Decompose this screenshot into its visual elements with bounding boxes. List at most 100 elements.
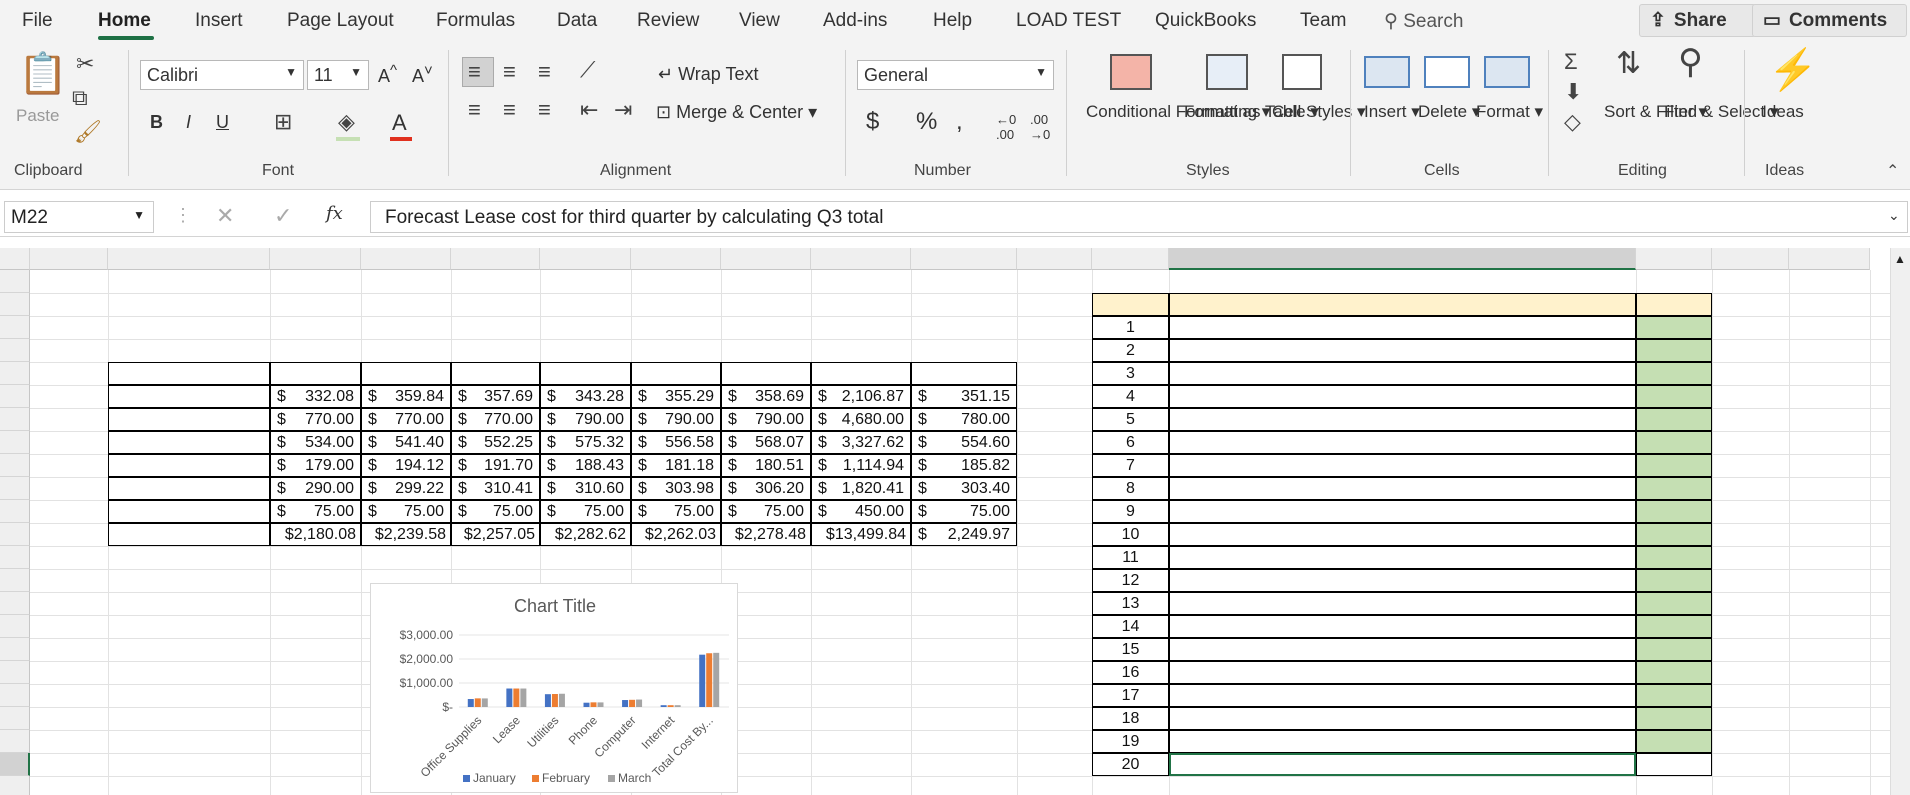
row-header-3[interactable] <box>0 316 30 339</box>
row-header-1[interactable] <box>0 270 30 293</box>
collapse-ribbon-icon[interactable]: ⌃ <box>1886 160 1899 184</box>
step-number[interactable]: 20 <box>1092 753 1169 776</box>
row-header-5[interactable] <box>0 362 30 385</box>
row-header-8[interactable] <box>0 431 30 454</box>
enter-icon[interactable]: ✓ <box>274 203 292 229</box>
font-name-combo[interactable]: Calibri ▼ <box>140 60 304 90</box>
money-cell[interactable]: $75.00 <box>911 500 1017 523</box>
chart-bar[interactable] <box>629 699 636 707</box>
step-number[interactable]: 15 <box>1092 638 1169 661</box>
expense-name[interactable] <box>108 431 270 454</box>
chart-bar[interactable] <box>506 688 513 707</box>
column-header-p[interactable] <box>1789 248 1870 270</box>
chart-bar[interactable] <box>622 700 629 707</box>
q2-value[interactable] <box>721 546 811 569</box>
money-cell[interactable]: $75.00 <box>361 500 451 523</box>
tab-quickbooks[interactable]: QuickBooks <box>1155 10 1256 32</box>
step-status[interactable] <box>1636 707 1712 730</box>
money-cell[interactable]: $780.00 <box>911 408 1017 431</box>
row-header-19[interactable] <box>0 684 30 707</box>
cut-icon[interactable]: ✂ <box>76 52 94 76</box>
orientation-icon[interactable]: ⟋ <box>580 58 595 82</box>
column-header-d[interactable] <box>361 248 451 270</box>
step-status[interactable] <box>1636 523 1712 546</box>
money-cell[interactable]: $568.07 <box>721 431 811 454</box>
borders-icon[interactable]: ⊞ <box>274 110 292 134</box>
step-text[interactable] <box>1169 431 1636 454</box>
money-cell[interactable]: $303.40 <box>911 477 1017 500</box>
column-header-c[interactable] <box>270 248 361 270</box>
step-status[interactable] <box>1636 638 1712 661</box>
expense-name[interactable] <box>108 477 270 500</box>
row-header-17[interactable] <box>0 638 30 661</box>
column-header-h[interactable] <box>721 248 811 270</box>
money-cell[interactable]: $1,820.41 <box>811 477 911 500</box>
step-text[interactable] <box>1169 385 1636 408</box>
fill-icon[interactable]: ⬇ <box>1564 80 1582 104</box>
step-text[interactable] <box>1169 546 1636 569</box>
increase-decimal-icon[interactable]: ←0.00 <box>996 112 1016 142</box>
step-text[interactable] <box>1169 362 1636 385</box>
find-select-icon[interactable]: ⚲ <box>1678 45 1703 79</box>
chart-bar[interactable] <box>544 694 551 707</box>
total-cell[interactable]: $2,262.03 <box>631 523 721 546</box>
chevron-down-icon[interactable]: ⌄ <box>1888 207 1900 224</box>
step-status[interactable] <box>1636 500 1712 523</box>
money-cell[interactable]: $194.12 <box>361 454 451 477</box>
step-status[interactable] <box>1636 339 1712 362</box>
table-header[interactable] <box>270 362 361 385</box>
money-cell[interactable]: $310.41 <box>451 477 540 500</box>
align-right-icon[interactable]: ≡ <box>538 98 551 122</box>
step-status[interactable] <box>1636 454 1712 477</box>
row-header-6[interactable] <box>0 385 30 408</box>
step-text[interactable] <box>1169 730 1636 753</box>
share-button[interactable]: ⇪ Share <box>1639 4 1756 37</box>
tab-data[interactable]: Data <box>557 10 597 32</box>
money-cell[interactable]: $191.70 <box>451 454 540 477</box>
step-status[interactable] <box>1636 316 1712 339</box>
step-number[interactable]: 8 <box>1092 477 1169 500</box>
money-cell[interactable]: $299.22 <box>361 477 451 500</box>
worksheet-grid[interactable]: $332.08 $359.84 $357.69 $343.28 $355.29 $358.… <box>0 248 1890 795</box>
money-cell[interactable]: $185.82 <box>911 454 1017 477</box>
money-cell[interactable]: $75.00 <box>540 500 631 523</box>
step-number[interactable]: 4 <box>1092 385 1169 408</box>
chart-bar[interactable] <box>660 705 667 707</box>
total-row-label[interactable] <box>108 523 270 546</box>
money-cell[interactable]: $552.25 <box>451 431 540 454</box>
chart-bar[interactable] <box>551 694 558 707</box>
chart-bar[interactable] <box>520 688 527 707</box>
column-header-m[interactable] <box>1169 248 1636 270</box>
step-text[interactable] <box>1169 316 1636 339</box>
row-header-12[interactable] <box>0 523 30 546</box>
expense-name[interactable] <box>108 408 270 431</box>
percent-button[interactable]: % <box>916 108 937 136</box>
step-status[interactable] <box>1636 592 1712 615</box>
money-cell[interactable]: $450.00 <box>811 500 911 523</box>
step-text[interactable] <box>1169 500 1636 523</box>
q2-label[interactable] <box>631 546 721 569</box>
total-cell[interactable]: $2,257.05 <box>451 523 540 546</box>
cell-styles-button[interactable]: Cell Styles ▾ <box>1272 100 1366 124</box>
format-as-table-button[interactable]: Format as Table ▾ <box>1184 100 1319 124</box>
row-header-18[interactable] <box>0 661 30 684</box>
money-cell[interactable]: $770.00 <box>270 408 361 431</box>
expense-name[interactable] <box>108 385 270 408</box>
step-text[interactable] <box>1169 661 1636 684</box>
expenses-chart[interactable]: Chart Title $- $1,000.00 $2,000.00 $3,000.0… <box>370 583 738 793</box>
format-cells-icon[interactable] <box>1484 56 1530 88</box>
money-cell[interactable]: $770.00 <box>361 408 451 431</box>
column-header-n[interactable] <box>1636 248 1712 270</box>
step-number[interactable]: 6 <box>1092 431 1169 454</box>
step-text[interactable] <box>1169 477 1636 500</box>
column-header-f[interactable] <box>540 248 631 270</box>
row-header-7[interactable] <box>0 408 30 431</box>
align-center-icon[interactable]: ≡ <box>503 98 516 122</box>
money-cell[interactable]: $575.32 <box>540 431 631 454</box>
total-cell[interactable]: $2,278.48 <box>721 523 811 546</box>
total-cell[interactable]: $13,499.84 <box>811 523 911 546</box>
merge-center-button[interactable]: ⊡ Merge & Center ▾ <box>656 102 817 123</box>
sort-filter-icon[interactable]: ⇅ <box>1616 49 1641 79</box>
step-number[interactable]: 14 <box>1092 615 1169 638</box>
select-all-corner[interactable] <box>0 248 30 270</box>
